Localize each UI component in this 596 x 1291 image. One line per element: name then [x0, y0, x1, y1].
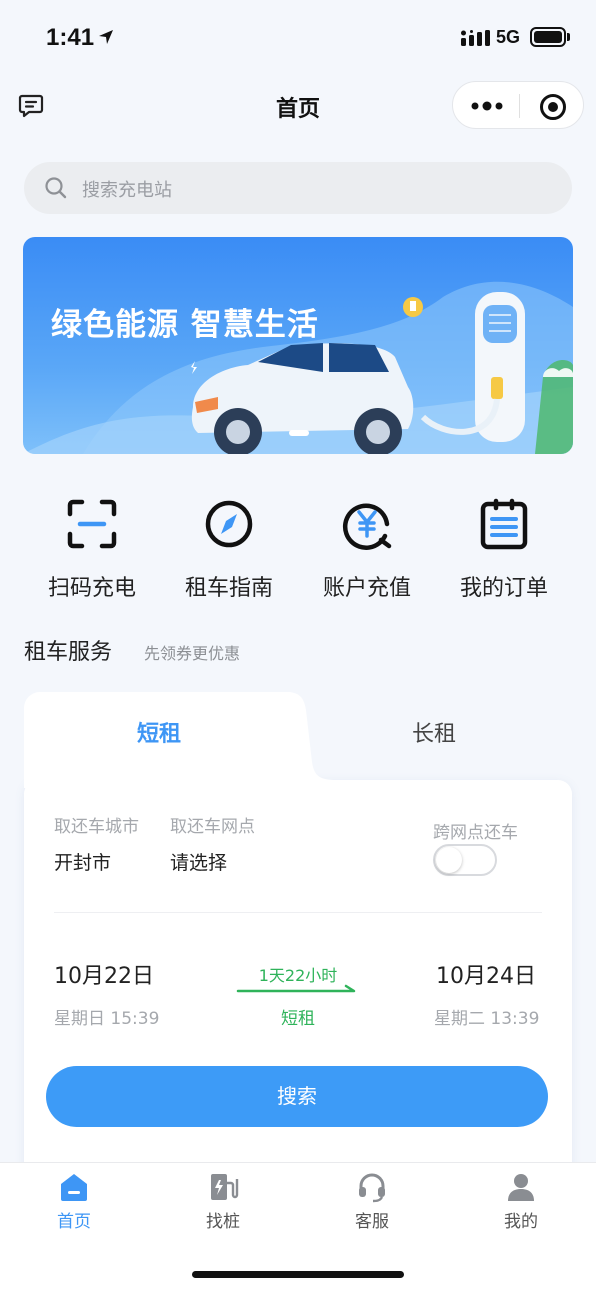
tabbar-label: 找桩	[206, 1212, 240, 1232]
tabbar-label: 首页	[57, 1212, 91, 1232]
action-label: 扫码充电	[47, 576, 136, 601]
status-bar: 1:41 5G	[0, 0, 596, 76]
action-my-orders[interactable]: 我的订单	[434, 498, 574, 602]
promo-banner[interactable]: 绿色能源 智慧生活	[23, 237, 573, 454]
tab-long-rent[interactable]: 长租	[324, 716, 544, 748]
cross-branch-label: 跨网点还车	[433, 823, 518, 843]
status-time: 1:41	[46, 24, 95, 51]
toggle-knob	[436, 847, 462, 873]
quick-actions: 扫码充电 租车指南 账户充值 我的订单	[0, 498, 596, 608]
search-icon	[45, 177, 67, 199]
rental-duration: 1天22小时	[258, 966, 338, 985]
tabbar-label: 客服	[355, 1212, 389, 1232]
branch-select[interactable]: 请选择	[170, 848, 227, 875]
capsule-divider	[519, 94, 520, 118]
rental-section-subtitle[interactable]: 先领券更优惠	[144, 640, 240, 664]
branch-label: 取还车网点	[170, 817, 255, 837]
tabbar-label: 我的	[504, 1212, 538, 1232]
rental-type: 短租	[281, 1009, 315, 1029]
cross-branch-toggle[interactable]	[433, 844, 497, 876]
battery-tip	[567, 33, 570, 41]
duration-arrow	[236, 984, 356, 993]
action-label: 租车指南	[184, 576, 273, 601]
return-date[interactable]: 10月24日	[436, 958, 536, 990]
close-miniprogram-icon[interactable]	[539, 93, 567, 121]
rental-card: 取还车城市 开封市 取还车网点 请选择 跨网点还车 10月22日 星期日 15:…	[24, 692, 572, 1200]
scan-icon	[67, 499, 117, 549]
pickup-time[interactable]: 星期日 15:39	[54, 1004, 159, 1029]
action-rental-guide[interactable]: 租车指南	[159, 498, 299, 602]
more-dots-icon[interactable]	[471, 99, 503, 113]
rental-section-title: 租车服务	[24, 640, 113, 665]
home-indicator[interactable]	[192, 1271, 404, 1278]
charger-icon	[211, 1174, 239, 1200]
headset-icon	[359, 1173, 385, 1203]
compass-icon	[205, 500, 253, 548]
divider	[54, 912, 542, 913]
return-time[interactable]: 星期二 13:39	[434, 1004, 539, 1029]
network-type: 5G	[496, 27, 521, 47]
signal-icon	[461, 30, 490, 46]
tabbar-item-service[interactable]: 客服	[322, 1171, 422, 1232]
banner-illustration	[23, 281, 573, 454]
battery-icon	[530, 27, 566, 47]
action-label: 账户充值	[322, 576, 411, 601]
search-placeholder: 搜索充电站	[82, 180, 172, 201]
pickup-date[interactable]: 10月22日	[54, 958, 154, 990]
location-arrow-icon	[99, 30, 113, 44]
action-account-topup[interactable]: 账户充值	[297, 498, 437, 602]
tab-short-rent[interactable]: 短租	[24, 716, 294, 748]
city-value[interactable]: 开封市	[54, 848, 111, 875]
search-button[interactable]: 搜索	[46, 1066, 548, 1127]
rental-form: 取还车城市 开封市 取还车网点 请选择 跨网点还车 10月22日 星期日 15:…	[24, 780, 572, 1200]
action-label: 我的订单	[459, 576, 548, 601]
tabbar-item-home[interactable]: 首页	[24, 1171, 124, 1232]
banner-slogan: 绿色能源 智慧生活	[51, 307, 319, 343]
yuan-icon	[342, 503, 392, 550]
nav-bar: 首页	[0, 76, 596, 136]
tabbar-item-mine[interactable]: 我的	[471, 1171, 571, 1232]
tabbar-item-find-charger[interactable]: 找桩	[173, 1171, 273, 1232]
home-icon	[61, 1174, 87, 1201]
city-label: 取还车城市	[54, 817, 139, 837]
miniprogram-capsule	[452, 81, 584, 129]
clipboard-icon	[480, 498, 528, 550]
action-scan-charge[interactable]: 扫码充电	[22, 498, 162, 602]
search-bar[interactable]: 搜索充电站	[24, 162, 572, 214]
user-icon	[508, 1174, 534, 1201]
